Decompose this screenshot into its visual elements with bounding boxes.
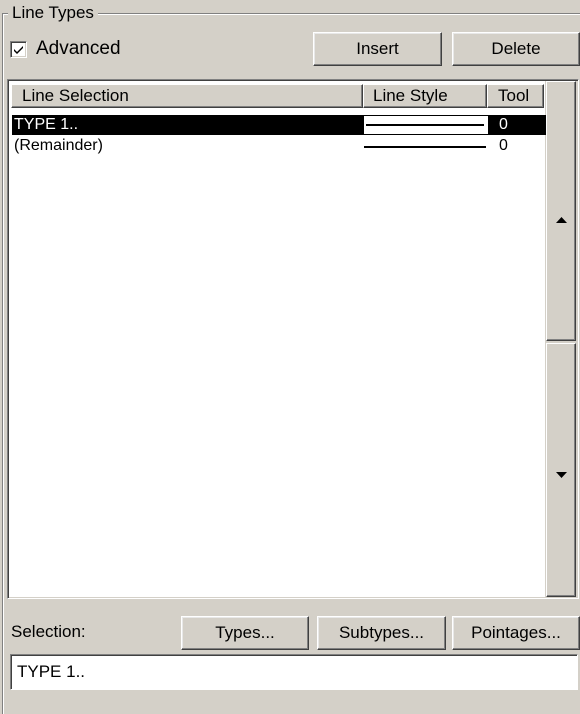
group-title: Line Types (8, 3, 98, 23)
column-header-line-selection[interactable]: Line Selection (11, 84, 363, 108)
types-button[interactable]: Types... (181, 616, 309, 650)
down-arrow-icon (555, 471, 567, 478)
subtypes-button[interactable]: Subtypes... (317, 616, 446, 650)
row-tool-value: 0 (499, 116, 508, 133)
list-item[interactable]: (Remainder) 0 (12, 136, 546, 156)
pointages-button[interactable]: Pointages... (452, 616, 580, 650)
delete-button[interactable]: Delete (452, 32, 580, 66)
vertical-scrollbar[interactable] (546, 81, 576, 597)
row-selection-text: TYPE 1.. (14, 116, 79, 133)
selection-field[interactable]: TYPE 1.. (10, 654, 578, 690)
line-style-sample (366, 124, 484, 126)
row-selection-text: (Remainder) (14, 137, 103, 154)
column-header-tool-label: Tool (498, 86, 530, 105)
line-list[interactable]: Line Selection Line Style Tool (9, 81, 545, 597)
advanced-checkbox[interactable] (10, 40, 27, 58)
column-header-line-selection-label: Line Selection (22, 86, 129, 105)
up-arrow-icon (555, 216, 567, 223)
column-header-tool[interactable]: Tool (487, 84, 544, 108)
list-item[interactable]: TYPE 1.. 0 (12, 115, 546, 135)
scroll-down-button[interactable] (546, 343, 576, 597)
line-style-swatch (364, 116, 488, 134)
insert-button[interactable]: Insert (313, 32, 442, 66)
advanced-label: Advanced (36, 38, 121, 59)
row-tool-value: 0 (499, 137, 508, 154)
column-header-line-style-label: Line Style (373, 86, 448, 105)
checkmark-icon (14, 45, 23, 54)
selection-label: Selection: (11, 622, 86, 641)
scroll-up-button[interactable] (546, 81, 576, 341)
advanced-checkbox-row[interactable]: Advanced (10, 36, 121, 62)
line-style-sample (364, 146, 486, 148)
column-header-line-style[interactable]: Line Style (363, 84, 487, 108)
